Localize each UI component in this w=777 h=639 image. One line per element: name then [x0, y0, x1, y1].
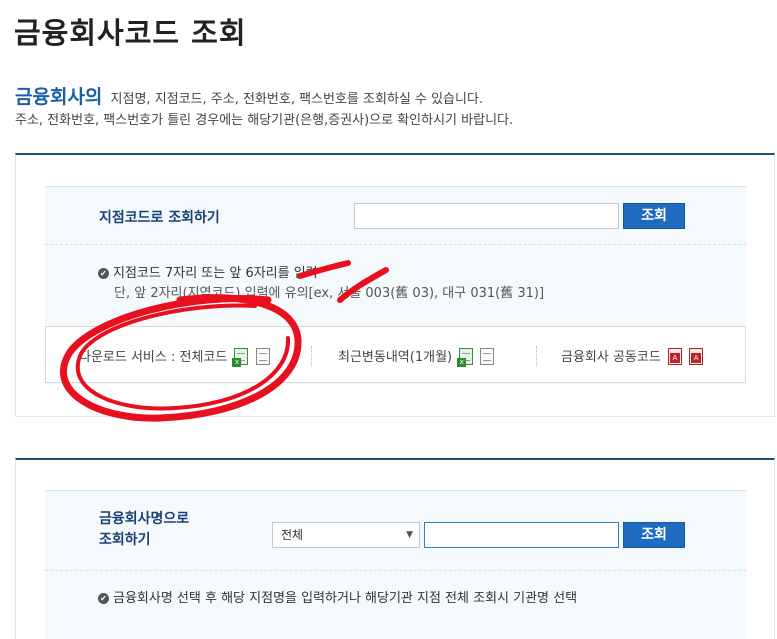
- download-recent-changes: 최근변동내역(1개월): [338, 346, 495, 367]
- name-search-note: ✔ 금융회사명 선택 후 해당 지점명을 입력하거나 해당기관 지점 전체 조회시…: [98, 589, 577, 609]
- institution-select[interactable]: 전체 ▼: [272, 522, 420, 548]
- chevron-down-icon: ▼: [406, 530, 413, 540]
- name-search-box: 금융회사명으로 조회하기 전체 ▼ 조회 ✔ 금융회사명 선택 후 해당 지점명을…: [45, 490, 746, 639]
- intro-text: 금융회사의 지점명, 지점코드, 주소, 전화번호, 팩스번호를 조회하실 수 …: [15, 86, 775, 131]
- divider: [536, 346, 537, 366]
- text-file-icon[interactable]: [255, 348, 270, 365]
- divider: [311, 346, 312, 366]
- branch-search-box: 지점코드로 조회하기 조회 ✔ 지점코드 7자리 또는 앞 6자리를 입력 단, …: [45, 186, 746, 384]
- intro-line1-text: 지점명, 지점코드, 주소, 전화번호, 팩스번호를 조회하실 수 있습니다.: [110, 92, 484, 107]
- name-search-label: 금융회사명으로 조회하기: [99, 511, 190, 548]
- branch-search-button[interactable]: 조회: [623, 203, 685, 229]
- name-search-row: 금융회사명으로 조회하기 전체 ▼ 조회: [45, 491, 746, 571]
- branch-search-label: 지점코드로 조회하기: [99, 210, 220, 226]
- name-search-button[interactable]: 조회: [623, 522, 685, 548]
- excel-file-icon[interactable]: [232, 348, 249, 367]
- branch-code-section: 지점코드로 조회하기 조회 ✔ 지점코드 7자리 또는 앞 6자리를 입력 단, …: [15, 153, 775, 417]
- check-circle-icon: ✔: [98, 268, 109, 279]
- download-services: 다운로드 서비스 : 전체코드 최근변동내역(1개월) 금융회사 공동코드: [45, 326, 746, 383]
- branch-code-input[interactable]: [354, 203, 619, 229]
- note-line2: 단, 앞 2자리(지역코드) 입력에 유의[ex, 서울 003(舊 03), …: [114, 286, 545, 301]
- page-title: 금융회사코드 조회: [14, 16, 247, 50]
- branch-search-row: 지점코드로 조회하기 조회: [45, 187, 746, 245]
- pdf-file-icon[interactable]: [667, 348, 682, 365]
- check-circle-icon: ✔: [98, 593, 109, 604]
- excel-file-icon[interactable]: [457, 348, 474, 367]
- branch-name-input[interactable]: [424, 522, 619, 548]
- institution-name-section: 금융회사명으로 조회하기 전체 ▼ 조회 ✔ 금융회사명 선택 후 해당 지점명을…: [15, 458, 775, 639]
- branch-search-note: ✔ 지점코드 7자리 또는 앞 6자리를 입력 단, 앞 2자리(지역코드) 입력…: [98, 264, 544, 304]
- download-all-codes: 다운로드 서비스 : 전체코드: [79, 346, 270, 367]
- intro-line2-text: 주소, 전화번호, 팩스번호가 틀린 경우에는 해당기관(은행,증권사)으로 확…: [15, 113, 514, 128]
- download-common-codes: 금융회사 공동코드: [561, 346, 704, 365]
- intro-highlight: 금융회사의: [15, 86, 103, 108]
- download-common-codes-label: 금융회사 공동코드: [561, 350, 661, 365]
- note-line1: 지점코드 7자리 또는 앞 6자리를 입력: [113, 266, 318, 281]
- pdf-file-icon[interactable]: [689, 348, 704, 365]
- text-file-icon[interactable]: [480, 348, 495, 365]
- download-recent-changes-label: 최근변동내역(1개월): [338, 350, 453, 365]
- download-all-codes-label: 다운로드 서비스 : 전체코드: [79, 350, 228, 365]
